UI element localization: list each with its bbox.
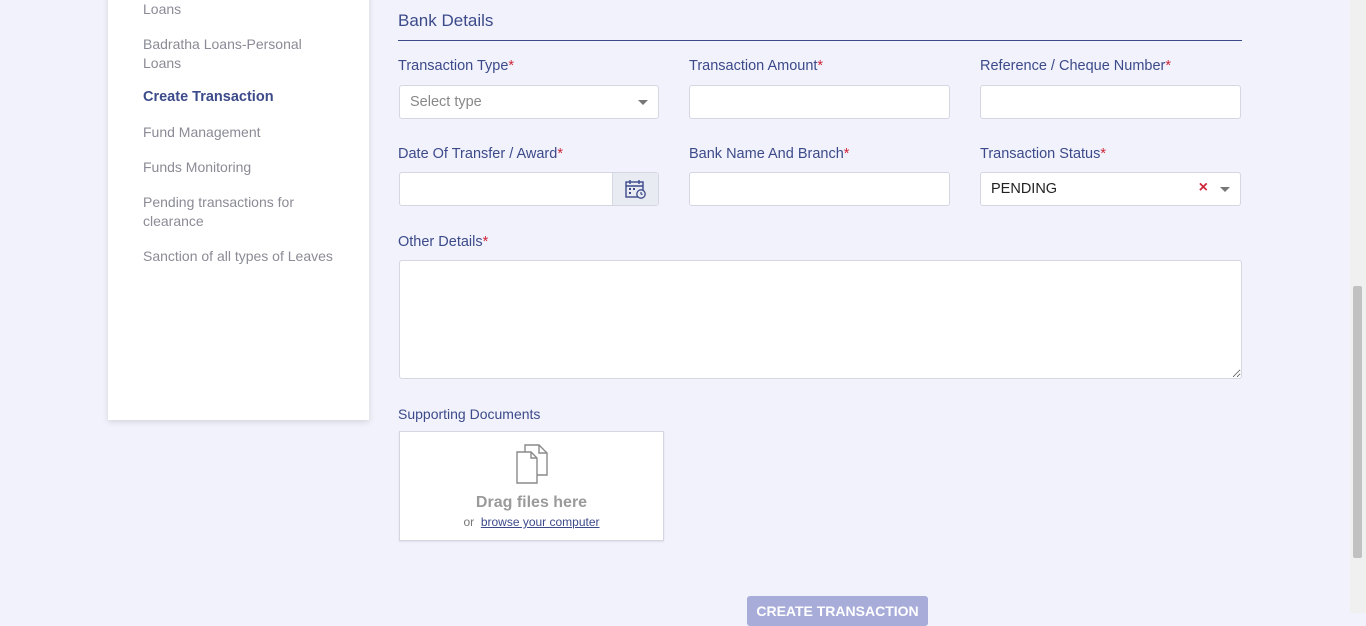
calendar-icon — [625, 180, 646, 199]
scrollbar-thumb[interactable] — [1353, 286, 1362, 558]
file-dropzone[interactable]: Drag files here or browse your computer — [399, 431, 664, 541]
reference-number-label: Reference / Cheque Number* — [980, 58, 1172, 74]
transaction-status-value: PENDING — [991, 181, 1058, 197]
sidebar-item-fund-management[interactable]: Fund Management — [143, 123, 333, 142]
sidebar: Loans Badratha Loans-Personal Loans Crea… — [108, 0, 369, 420]
date-of-transfer-label: Date Of Transfer / Award* — [398, 146, 563, 162]
transaction-amount-label: Transaction Amount* — [689, 58, 824, 74]
clear-icon[interactable]: × — [1199, 179, 1208, 197]
browse-line: or browse your computer — [400, 515, 663, 529]
sidebar-item-create-transaction[interactable]: Create Transaction — [143, 88, 333, 107]
supporting-documents-label: Supporting Documents — [398, 406, 541, 422]
bank-name-branch-input[interactable] — [689, 172, 950, 206]
section-divider — [398, 40, 1242, 41]
documents-icon — [516, 444, 548, 484]
sidebar-item-loans[interactable]: Loans — [143, 0, 333, 19]
transaction-type-label: Transaction Type* — [398, 58, 515, 74]
browse-computer-link[interactable]: browse your computer — [481, 515, 600, 529]
chevron-down-icon — [1220, 187, 1230, 192]
scrollbar[interactable] — [1350, 0, 1366, 613]
or-text: or — [463, 515, 475, 529]
date-of-transfer-input[interactable] — [399, 172, 659, 206]
reference-number-input[interactable] — [980, 85, 1241, 119]
drag-files-text: Drag files here — [475, 494, 588, 511]
other-details-textarea[interactable] — [399, 260, 1242, 379]
transaction-amount-input[interactable] — [689, 85, 950, 119]
other-details-label: Other Details* — [398, 234, 489, 250]
sidebar-item-sanction-leaves[interactable]: Sanction of all types of Leaves — [143, 247, 333, 266]
transaction-type-select[interactable]: Select type — [399, 85, 659, 119]
create-transaction-button[interactable]: CREATE TRANSACTION — [747, 596, 928, 626]
transaction-status-select[interactable]: PENDING × — [980, 172, 1241, 206]
sidebar-item-pending-transactions[interactable]: Pending transactions for clearance — [143, 193, 333, 231]
sidebar-item-badratha-loans[interactable]: Badratha Loans-Personal Loans — [143, 35, 333, 73]
chevron-down-icon — [638, 100, 648, 105]
transaction-type-placeholder: Select type — [410, 94, 482, 110]
transaction-status-label: Transaction Status* — [980, 146, 1107, 162]
calendar-button[interactable] — [612, 173, 658, 205]
bank-name-branch-label: Bank Name And Branch* — [689, 146, 850, 162]
sidebar-item-funds-monitoring[interactable]: Funds Monitoring — [143, 158, 333, 177]
section-title: Bank Details — [398, 11, 494, 30]
